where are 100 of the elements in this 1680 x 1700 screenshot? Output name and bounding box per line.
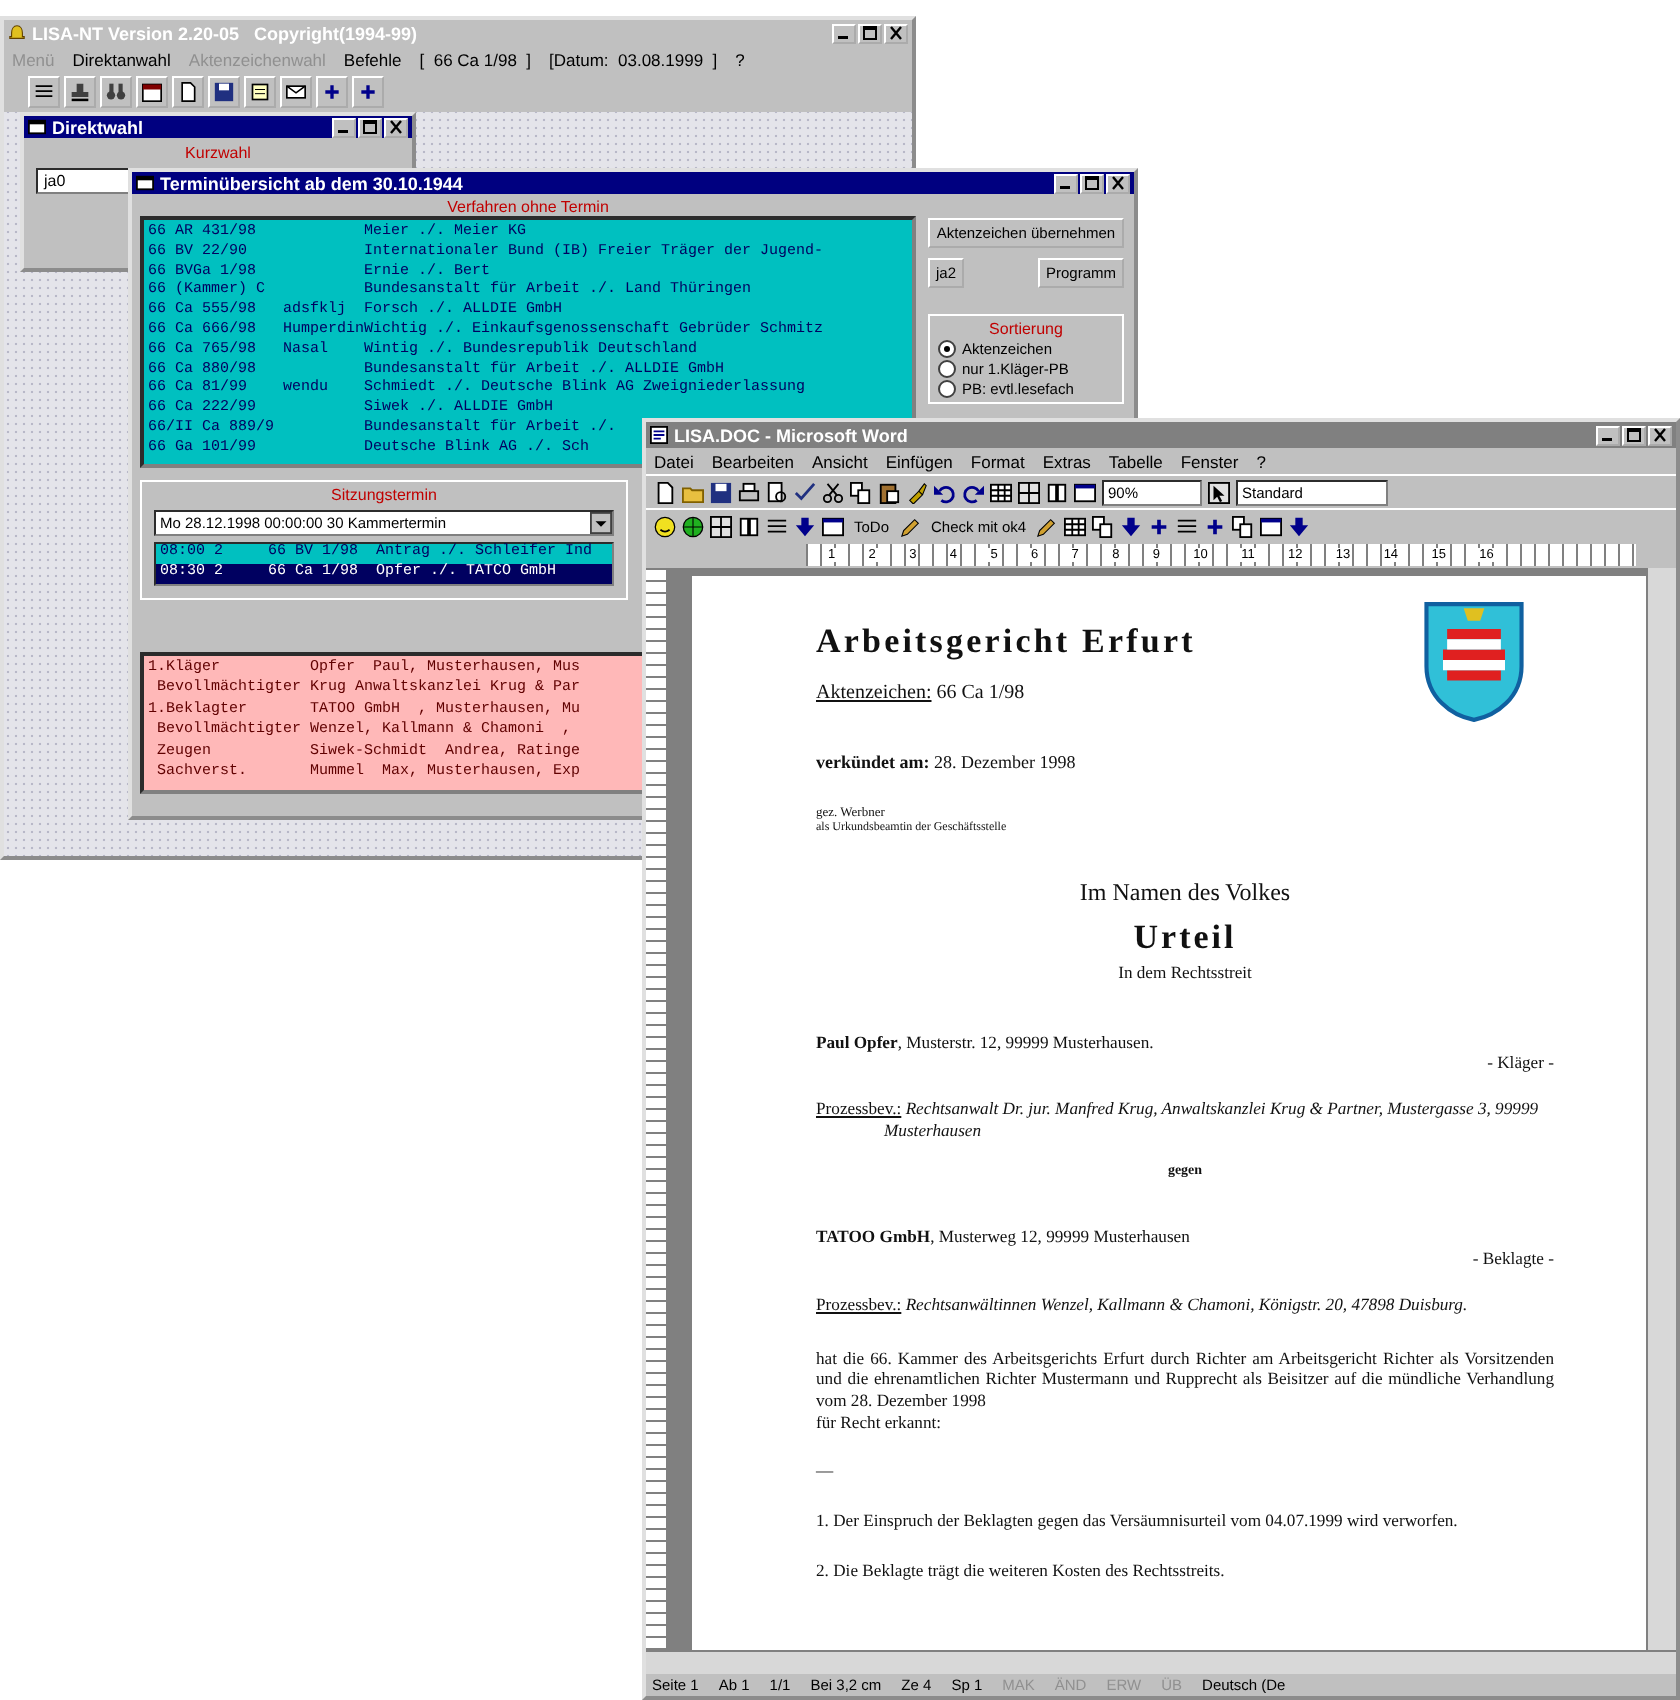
list-icon[interactable] (1176, 515, 1199, 537)
close-button[interactable] (384, 117, 408, 137)
menu-item[interactable]: Einfügen (885, 451, 953, 471)
plus-icon[interactable] (1148, 515, 1171, 537)
window-title: Terminübersicht ab dem 30.10.1944 (160, 173, 465, 193)
minimize-button[interactable] (1596, 425, 1620, 445)
list-icon[interactable] (28, 76, 60, 108)
minimize-button[interactable] (832, 23, 856, 43)
brush-icon[interactable] (906, 481, 928, 503)
maximize-button[interactable] (358, 117, 382, 137)
window-icon[interactable] (1074, 481, 1096, 503)
document-paragraph: - Kläger - (1485, 1052, 1554, 1075)
copy-icon[interactable] (1092, 515, 1115, 537)
coat-of-arms-drawing (1422, 600, 1526, 724)
group-label: Verfahren ohne Termin (447, 198, 609, 216)
menu-item[interactable]: [ 66 Ca 1/98 ] (419, 49, 532, 69)
note-icon[interactable] (244, 76, 276, 108)
close-button[interactable] (1648, 425, 1672, 445)
columns-icon[interactable] (1046, 481, 1068, 503)
calendar-icon[interactable] (136, 76, 168, 108)
menu-item[interactable]: Datei (654, 451, 694, 471)
envelope-icon[interactable] (280, 76, 312, 108)
document-paragraph: TATOO GmbH, Musterweg 12, 99999 Musterhausen (816, 1226, 1192, 1249)
menu-item[interactable]: Befehle (343, 49, 402, 69)
arrow-down-icon[interactable] (794, 515, 816, 537)
document-paragraph: — (816, 1460, 836, 1483)
copy-icon[interactable] (1232, 515, 1255, 537)
menu-item[interactable]: Direktanwahl (72, 49, 171, 69)
document-paragraph: Im Namen des Volkes (1077, 877, 1293, 908)
scissors-icon[interactable] (822, 481, 844, 503)
window-icon (28, 118, 46, 136)
document-paragraph: 1. Der Einspruch der Beklagten gegen das Versäumnisurteil vom 04.07.1999 wird verworfen. (816, 1510, 1460, 1532)
pencil-icon[interactable] (899, 515, 922, 537)
radio-button[interactable] (938, 360, 956, 378)
globe-icon[interactable] (682, 515, 704, 537)
vertical-scrollbar[interactable] (1646, 568, 1676, 1650)
menu-item[interactable]: ? (1256, 451, 1266, 471)
paste-icon[interactable] (878, 481, 900, 503)
undo-icon[interactable] (934, 481, 956, 503)
stamp-icon[interactable] (64, 76, 96, 108)
plus-icon[interactable] (1204, 515, 1227, 537)
menu-item[interactable]: Tabelle (1108, 451, 1163, 471)
maximize-button[interactable] (858, 23, 882, 43)
menu-item[interactable]: Format (970, 451, 1025, 471)
list-icon[interactable] (766, 515, 788, 537)
document-paragraph: für Recht erkannt: (816, 1411, 944, 1433)
group-label: Sitzungstermin (331, 485, 437, 504)
radio-button[interactable] (938, 340, 956, 358)
close-icon (1110, 176, 1126, 190)
document-paragraph: Prozessbev.: Rechtsanwältinnen Wenzel, Kallmann & Chamoni, Königstr. 20, 47898 Duisburg. (816, 1293, 1470, 1315)
printer-icon[interactable] (738, 481, 760, 503)
radio-button[interactable] (938, 380, 956, 398)
pencil-icon[interactable] (1036, 515, 1059, 537)
smiley-icon[interactable] (654, 515, 676, 537)
document-paragraph: In dem Rechtsstreit (1116, 961, 1254, 984)
document-paragraph: verkündet am: 28. Dezember 1998 (816, 751, 1078, 774)
document-paragraph: Urteil (1131, 915, 1239, 958)
maximize-icon (362, 120, 378, 134)
menu-item[interactable]: Fenster (1180, 451, 1239, 471)
menu-item[interactable]: ? (735, 49, 745, 69)
minimize-button[interactable] (332, 117, 356, 137)
copy-icon[interactable] (850, 481, 872, 503)
menu-item[interactable]: Bearbeiten (711, 451, 794, 471)
close-button[interactable] (884, 23, 908, 43)
table-icon[interactable] (1064, 515, 1087, 537)
maximize-button[interactable] (1622, 425, 1646, 445)
columns-icon[interactable] (738, 515, 760, 537)
horizontal-scrollbar[interactable] (646, 1650, 1676, 1674)
redo-icon[interactable] (962, 481, 984, 503)
group-label: Kurzwahl (185, 144, 251, 162)
disk-icon[interactable] (208, 76, 240, 108)
close-button[interactable] (1106, 173, 1130, 193)
bell-icon (8, 24, 26, 42)
maximize-button[interactable] (1080, 173, 1104, 193)
grid-icon[interactable] (1018, 481, 1040, 503)
group-label: Sortierung (989, 320, 1063, 338)
menu-item[interactable]: Extras (1042, 451, 1091, 471)
menu-item[interactable]: Ansicht (811, 451, 868, 471)
table-icon[interactable] (990, 481, 1012, 503)
menu-item[interactable]: [Datum: 03.08.1999 ] (549, 49, 718, 69)
window-icon (136, 174, 154, 192)
window-icon[interactable] (1260, 515, 1283, 537)
window-title: LISA-NT Version 2.20-05 Copyright(1994-99) (32, 23, 420, 43)
page-icon[interactable] (654, 481, 676, 503)
document-paragraph: Prozessbev.: Rechtsanwalt Dr. jur. Manfred Krug, Anwaltskanzlei Krug & Partner, Mustergasse 3, 99999 Musterhausen (816, 1098, 1541, 1142)
close-icon (388, 120, 404, 134)
preview-icon[interactable] (766, 481, 788, 503)
document-paragraph: Paul Opfer, Musterstr. 12, 99999 Musterhausen. (816, 1031, 1156, 1053)
window-icon[interactable] (822, 515, 844, 537)
document-paragraph: 2. Die Beklagte trägt die weiteren Kosten des Rechtsstreits. (816, 1559, 1227, 1582)
arrow-down-icon[interactable] (1288, 515, 1311, 537)
window-title: LISA.DOC - Microsoft Word (674, 425, 910, 445)
check-icon[interactable] (794, 481, 816, 503)
binoculars-icon[interactable] (100, 76, 132, 108)
close-icon (1652, 428, 1668, 442)
arrow-down-icon[interactable] (1120, 515, 1143, 537)
grid-icon[interactable] (710, 515, 732, 537)
document-paragraph: Aktenzeichen: 66 Ca 1/98 (816, 682, 1027, 708)
maximize-icon (1626, 428, 1642, 442)
minimize-button[interactable] (1054, 173, 1078, 193)
